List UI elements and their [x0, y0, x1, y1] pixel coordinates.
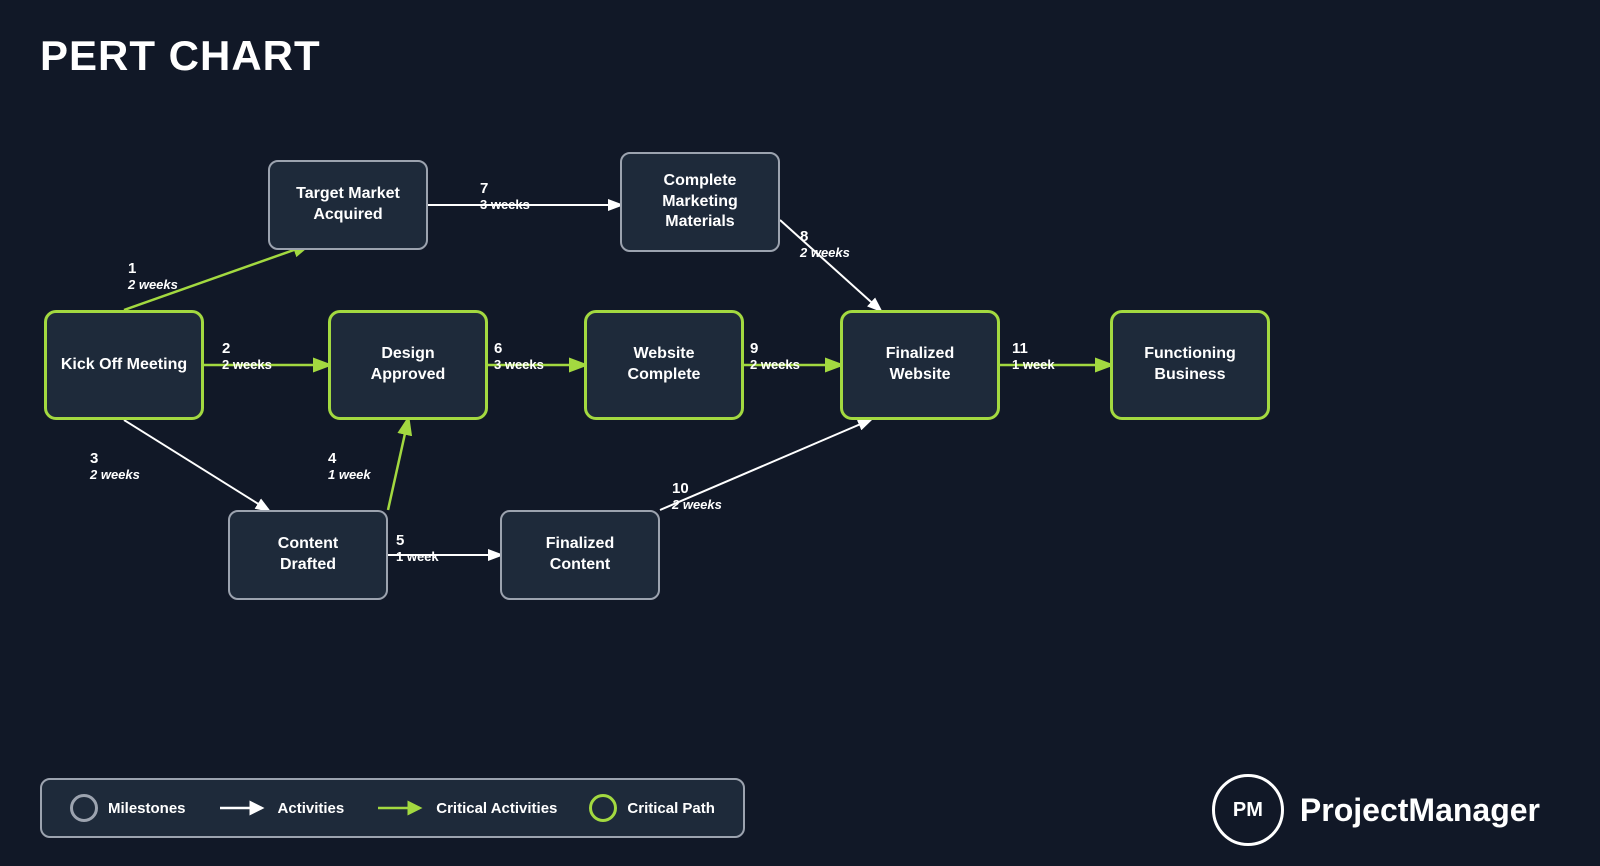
node-finalized-content: FinalizedContent	[500, 510, 660, 600]
node-target-market: Target MarketAcquired	[268, 160, 428, 250]
arrow-label-8: 8 2 weeks	[800, 228, 850, 260]
node-website-complete: WebsiteComplete	[584, 310, 744, 420]
critical-path-icon	[589, 794, 617, 822]
arrow-label-5: 5 1 week	[396, 532, 439, 564]
arrow-label-7: 7 3 weeks	[480, 180, 530, 212]
legend-milestones: Milestones	[70, 794, 186, 822]
pm-brand-name: ProjectManager	[1300, 792, 1540, 829]
node-kick-off: Kick Off Meeting	[44, 310, 204, 420]
arrow-label-2: 2 2 weeks	[222, 340, 272, 372]
arrow-label-3: 3 2 weeks	[90, 450, 140, 482]
legend: Milestones Activities Critical Activitie…	[40, 778, 745, 838]
milestone-icon	[70, 794, 98, 822]
pm-circle-icon: PM	[1212, 774, 1284, 846]
node-finalized-website: FinalizedWebsite	[840, 310, 1000, 420]
arrow-label-9: 9 2 weeks	[750, 340, 800, 372]
legend-critical-activities-label: Critical Activities	[436, 800, 557, 817]
legend-activities-label: Activities	[278, 800, 345, 817]
arrow-label-1: 1 2 weeks	[128, 260, 178, 292]
node-content-drafted: ContentDrafted	[228, 510, 388, 600]
arrow-label-11: 11 1 week	[1012, 340, 1055, 372]
arrow-label-10: 10 2 weeks	[672, 480, 722, 512]
arrow-label-4: 4 1 week	[328, 450, 371, 482]
arrow-label-6: 6 3 weeks	[494, 340, 544, 372]
node-functioning-business: FunctioningBusiness	[1110, 310, 1270, 420]
node-complete-marketing: CompleteMarketingMaterials	[620, 152, 780, 252]
legend-milestones-label: Milestones	[108, 800, 186, 817]
arrows-svg	[0, 0, 1600, 866]
legend-critical-activities: Critical Activities	[376, 799, 557, 817]
activity-arrow-icon	[218, 799, 268, 817]
page-title: PERT CHART	[40, 32, 321, 80]
legend-critical-path: Critical Path	[589, 794, 715, 822]
critical-activity-arrow-icon	[376, 799, 426, 817]
legend-activities: Activities	[218, 799, 345, 817]
node-design-approved: DesignApproved	[328, 310, 488, 420]
pm-logo: PM ProjectManager	[1212, 774, 1540, 846]
legend-critical-path-label: Critical Path	[627, 800, 715, 817]
